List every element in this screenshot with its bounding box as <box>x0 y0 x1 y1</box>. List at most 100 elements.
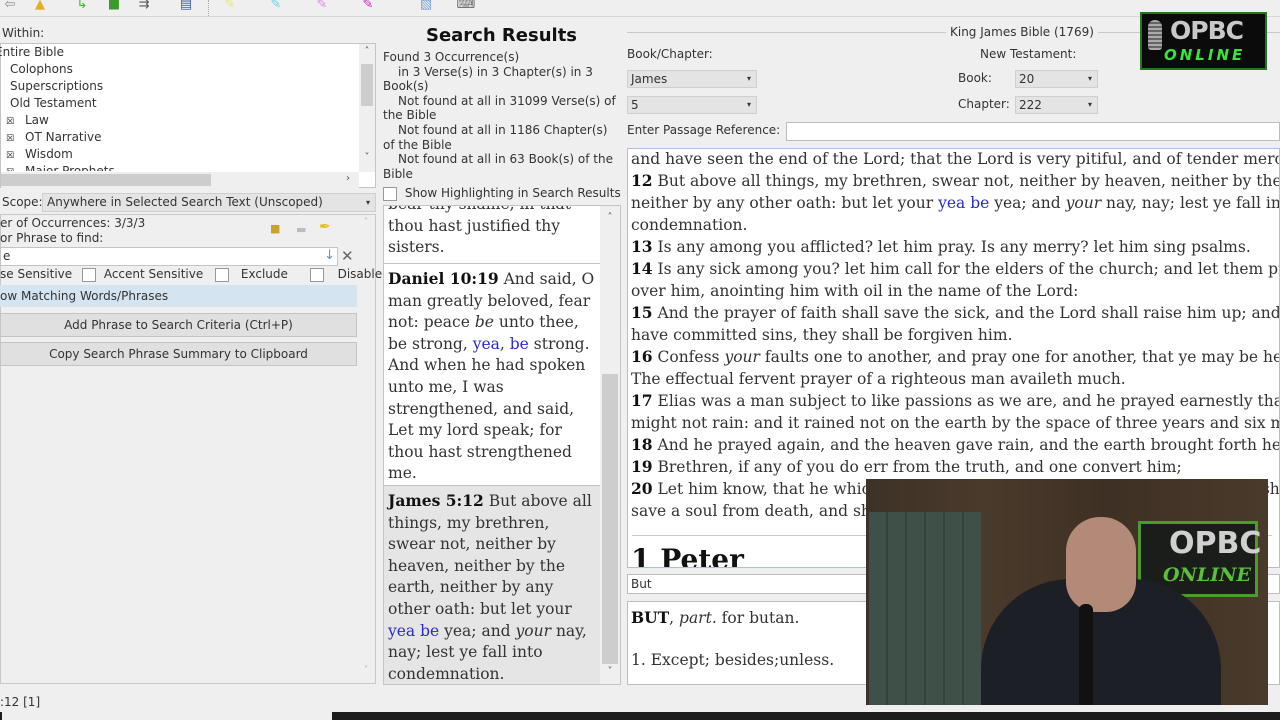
book-number-select[interactable]: 20 ▾ <box>1015 70 1098 88</box>
tree-item[interactable]: ☒ OT Narrative <box>5 129 102 146</box>
tree-vertical-scrollbar[interactable]: ˄ ˅ <box>359 44 375 172</box>
show-matching-words-toggle[interactable]: ow Matching Words/Phrases <box>0 285 357 307</box>
summary-line: Not found at all in 31099 Verse(s) of th… <box>383 93 616 123</box>
show-highlighting-row: Show Highlighting in Search Results <box>383 186 621 201</box>
tree-item[interactable]: ☒ Wisdom <box>5 146 73 163</box>
scroll-up-icon[interactable]: ˄ <box>603 212 617 223</box>
tree-checkbox[interactable]: ☒ <box>5 168 15 171</box>
disable-checkbox[interactable] <box>309 267 324 282</box>
case-sensitive-label: se Sensitive <box>0 267 73 281</box>
tree-item[interactable]: ☒ Major Prophets <box>5 163 115 171</box>
scroll-down-icon[interactable]: ˅ <box>359 665 373 676</box>
result-item-selected[interactable]: James 5:12 But above all things, my bret… <box>384 486 600 684</box>
result-text: bear thy shame, in that thou hast justif… <box>388 206 571 257</box>
tree-item-label: Colophons <box>10 62 73 76</box>
tree-item[interactable]: Colophons <box>10 61 73 78</box>
chapter-select[interactable]: 5 ▾ <box>627 96 757 114</box>
tree-item[interactable]: Superscriptions <box>10 78 103 95</box>
scroll-down-icon[interactable]: ˅ <box>603 666 617 677</box>
down-arrow-icon[interactable]: ↓ <box>324 247 335 264</box>
tree-item[interactable]: ☒ Law <box>5 112 49 129</box>
magenta-highlighter-icon[interactable]: ✎ <box>358 0 378 12</box>
show-highlighting-checkbox[interactable] <box>383 186 397 201</box>
scroll-down-icon[interactable]: ˅ <box>360 152 374 163</box>
results-scrollbar[interactable]: ˄ ˅ <box>600 206 620 684</box>
folder-icon[interactable]: ▬ <box>296 223 306 236</box>
result-item[interactable]: bear thy shame, in that thou hast justif… <box>384 206 600 263</box>
branch-arrow-icon[interactable]: ⇉ <box>134 0 154 12</box>
chapter-number-value: 222 <box>1019 98 1042 112</box>
pink-highlighter-icon[interactable]: ✎ <box>312 0 332 12</box>
summary-line: Not found at all in 1186 Chapter(s) of t… <box>383 122 608 152</box>
scroll-thumb[interactable] <box>602 374 618 664</box>
verse-line: have committed sins, they shall be forgi… <box>631 324 1013 346</box>
notes-icon[interactable]: ▧ <box>416 0 436 12</box>
yellow-highlighter-icon[interactable]: ✎ <box>220 0 240 12</box>
verse-text: your <box>724 348 760 366</box>
taskbar <box>0 712 1280 720</box>
verse-number: 19 <box>631 457 653 476</box>
show-highlighting-label: Show Highlighting in Search Results <box>404 186 621 200</box>
search-scope-tree[interactable]: Entire Bible Colophons Superscriptions Old … <box>0 43 376 188</box>
scroll-thumb[interactable] <box>1 174 211 186</box>
testament-label: New Testament: <box>980 47 1077 61</box>
webcam-microphone <box>1079 604 1093 705</box>
highlighter-eraser-icon[interactable]: ▲ <box>30 0 50 12</box>
green-book-icon[interactable]: ■ <box>104 0 124 12</box>
result-text: yea; and <box>439 621 516 640</box>
scope-select[interactable]: Anywhere in Selected Search Text (Unscop… <box>42 193 376 212</box>
window-layout-icon[interactable]: ▤ <box>176 0 196 12</box>
verse-line: 19 Brethren, if any of you do err from t… <box>631 456 1182 478</box>
tree-checkbox[interactable]: ☒ <box>5 117 15 127</box>
tree-item-label: Major Prophets <box>25 164 115 171</box>
close-icon[interactable]: ✕ <box>341 247 354 265</box>
chapter-number-select[interactable]: 222 ▾ <box>1015 96 1098 114</box>
accent-sensitive-checkbox[interactable] <box>82 267 96 282</box>
results-list[interactable]: bear thy shame, in that thou hast justif… <box>383 205 621 685</box>
taskbar-item[interactable] <box>2 712 332 720</box>
webcam-sign-text-top: OPBC <box>1169 526 1262 561</box>
passage-reference-input[interactable] <box>786 122 1280 141</box>
verse-number: 20 <box>631 479 653 498</box>
book-select[interactable]: James ▾ <box>627 70 757 88</box>
exclude-checkbox[interactable] <box>215 267 230 282</box>
scroll-up-icon[interactable]: ˄ <box>359 217 373 228</box>
broom-clear-icon[interactable]: ✒ <box>319 219 331 235</box>
verse-line: 16 Confess your faults one to another, a… <box>631 346 1280 368</box>
add-phrase-button[interactable]: Add Phrase to Search Criteria (Ctrl+P) <box>0 313 357 337</box>
scope-value: Anywhere in Selected Search Text (Unscop… <box>47 195 323 209</box>
scroll-thumb[interactable] <box>361 64 373 106</box>
occurrences-label: er of Occurrences: 3/3/3 <box>0 216 146 230</box>
dictionary-headword: BUT <box>631 608 670 627</box>
green-arrow-forward-icon[interactable]: ↳ <box>72 0 92 12</box>
verse-text: Confess <box>652 348 725 366</box>
dropdown-arrow-icon: ▾ <box>1087 74 1092 83</box>
chapter-select-value: 5 <box>631 98 639 112</box>
open-folder-icon[interactable]: ■ <box>270 222 280 235</box>
dictionary-definition: 1. Except; besides;unless. <box>631 651 835 669</box>
within-label: Within: <box>2 26 45 40</box>
copy-summary-button[interactable]: Copy Search Phrase Summary to Clipboard <box>0 342 357 366</box>
result-ref: James 5:12 <box>388 491 484 510</box>
back-arrow-icon[interactable]: ⇦ <box>0 0 20 12</box>
phrase-input[interactable]: e ↓ <box>0 247 338 266</box>
scroll-right-icon[interactable]: › <box>341 173 355 184</box>
result-item[interactable]: Daniel 10:19 And said, O man greatly bel… <box>384 264 600 489</box>
webcam-presenter-head <box>1066 517 1136 612</box>
tree-item[interactable]: Old Testament <box>10 95 97 112</box>
book-select-value: James <box>631 72 668 86</box>
dictionary-pos: part. <box>679 609 717 627</box>
verse-text: faults one to another, and pray one for … <box>759 348 1280 366</box>
cyan-highlighter-icon[interactable]: ✎ <box>266 0 286 12</box>
dropdown-arrow-icon: ▾ <box>1087 100 1092 109</box>
passage-reference-label: Enter Passage Reference: <box>627 123 781 137</box>
tree-item-label: Wisdom <box>25 147 73 161</box>
tree-item[interactable]: Entire Bible <box>0 44 64 61</box>
scroll-up-icon[interactable]: ˄ <box>360 46 374 57</box>
keyboard-icon[interactable]: ⌨ <box>456 0 476 12</box>
tree-horizontal-scrollbar[interactable]: › <box>1 172 359 188</box>
phrase-input-value: e <box>3 249 11 263</box>
results-summary: Found 3 Occurrence(s) in 3 Verse(s) in 3 … <box>383 50 621 181</box>
tree-checkbox[interactable]: ☒ <box>5 134 15 144</box>
tree-checkbox[interactable]: ☒ <box>5 151 15 161</box>
